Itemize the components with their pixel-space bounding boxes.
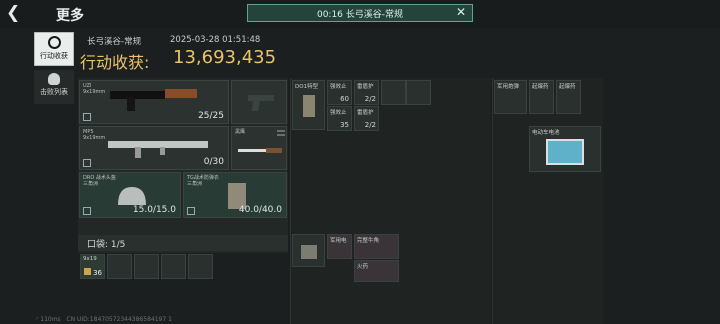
chest-item-name: 强效止: [330, 110, 347, 116]
slot-marker-icon: [187, 207, 195, 215]
chest-item-count: 60: [340, 95, 349, 103]
safebox-item-name: 起爆药: [559, 84, 576, 90]
tab-operation-earnings[interactable]: 行动收获: [34, 32, 74, 66]
backpack-item[interactable]: 火药: [354, 260, 399, 282]
map-name: 长弓溪谷-常规: [87, 37, 142, 47]
backpack-item-name: 军用电: [330, 238, 347, 244]
melee-slot[interactable]: 黑鹰: [231, 126, 287, 170]
armor-grade: 三角洲: [187, 181, 203, 187]
helmet-durability: 15.0/15.0: [132, 205, 176, 215]
ammo-icon: [84, 268, 91, 275]
earnings-label: 行动收获:: [80, 53, 150, 72]
helmet-slot[interactable]: DRO 战术头盔 三角洲 15.0/15.0: [79, 172, 181, 218]
match-timer-banner: 00:16 长弓溪谷-常规 ✕: [247, 4, 473, 22]
match-timer-text: 00:16 长弓溪谷-常规: [316, 10, 404, 20]
match-datetime: 2025-03-28 01:51:48: [170, 35, 261, 45]
uzi-icon: [110, 89, 197, 111]
safebox-item[interactable]: 军用炮弹: [494, 80, 527, 114]
secondary-ammo: 0/30: [203, 157, 224, 167]
chest-rig-slot-empty[interactable]: [406, 80, 431, 105]
pocket-item-name: 9x19: [83, 256, 97, 262]
safebox-item[interactable]: 起爆药: [556, 80, 581, 114]
secondary-caliber: 9x19mm: [83, 135, 106, 141]
wifi-icon: ◜: [36, 316, 39, 323]
chest-item-name: 雷盾护: [357, 110, 374, 116]
pocket-item-count: 36: [93, 269, 102, 277]
primary-ammo: 25/25: [198, 111, 224, 121]
primary-weapon-slot[interactable]: UZI 9x19mm 25/25: [79, 80, 229, 124]
chest-item-name: 雷盾护: [357, 84, 374, 90]
tab-label: 击败列表: [40, 88, 68, 96]
backpack-item-name: 完整牛角: [357, 238, 380, 244]
helmet-grade: 三角洲: [83, 181, 99, 187]
knife-icon: [238, 148, 282, 153]
safebox-item-name: 军用炮弹: [497, 84, 520, 90]
pocket-slot-ammo[interactable]: 9x19 36: [80, 254, 105, 279]
chest-rig-item[interactable]: 强效止 35: [327, 106, 352, 131]
chest-rig-item[interactable]: 雷盾护 2/2: [354, 106, 379, 131]
pistol-icon: [248, 95, 274, 111]
back-button[interactable]: ❮: [6, 3, 20, 23]
chest-item-count: 35: [340, 121, 349, 129]
pocket-slot-empty[interactable]: [107, 254, 132, 279]
chest-rig-item[interactable]: DO1特型: [292, 80, 325, 130]
swap-icon[interactable]: [276, 129, 286, 137]
pocket-slot-empty[interactable]: [161, 254, 186, 279]
slot-marker-icon: [83, 113, 91, 121]
pocket-slot-empty[interactable]: [188, 254, 213, 279]
safebox-item[interactable]: 电动车电池: [529, 126, 601, 172]
mp5-icon: [108, 141, 208, 158]
page-title: 更多: [56, 8, 84, 24]
chest-rig-item[interactable]: 强效止 60: [327, 80, 352, 105]
slot-marker-icon: [83, 159, 91, 167]
secondary-weapon-slot[interactable]: MP5 9x19mm 0/30: [79, 126, 229, 170]
chest-item-name: 强效止: [330, 84, 347, 90]
backpack-item[interactable]: 军用电: [327, 234, 352, 259]
chest-rig-item[interactable]: 雷盾护 2/2: [354, 80, 379, 105]
sidearm-slot-empty[interactable]: [231, 80, 287, 124]
skull-icon: [48, 73, 60, 85]
ping-value: 110ms: [40, 316, 61, 323]
chest-item-count: 2/2: [364, 121, 376, 129]
backpack-item-name: 火药: [357, 264, 369, 270]
footer-info: ◜ 110ms CN UID:18470572344386584197 1: [36, 316, 172, 323]
compass-icon: [47, 36, 61, 49]
armor-slot[interactable]: TG战术防弹衣 三角洲 40.0/40.0: [183, 172, 287, 218]
backpack-item[interactable]: 完整牛角: [354, 234, 399, 259]
tab-label: 行动收获: [40, 52, 68, 60]
melee-name: 黑鹰: [235, 129, 246, 135]
armor-durability: 40.0/40.0: [238, 205, 282, 215]
pocket-slot-empty[interactable]: [134, 254, 159, 279]
safebox-item-name: 起爆药: [532, 84, 549, 90]
close-icon[interactable]: ✕: [456, 5, 466, 19]
safebox-item[interactable]: 起爆药: [529, 80, 554, 114]
earnings-value: 13,693,435: [173, 47, 277, 68]
pocket-label: 口袋: 1/5: [87, 240, 126, 250]
safebox-item-name: 电动车电池: [532, 130, 560, 136]
uid-text: CN UID:18470572344386584197 1: [66, 316, 172, 323]
chest-item-count: 2/2: [364, 95, 376, 103]
safebox-column: [492, 78, 603, 324]
backpack-slot[interactable]: [292, 234, 325, 267]
backpack-icon: [301, 245, 317, 259]
rig-icon: [303, 95, 315, 117]
battery-icon: [546, 139, 584, 165]
slot-marker-icon: [83, 207, 91, 215]
tab-kill-list[interactable]: 击败列表: [34, 70, 74, 104]
chest-rig-slot-empty[interactable]: [381, 80, 406, 105]
primary-caliber: 9x19mm: [83, 89, 106, 95]
chest-item-name: DO1特型: [295, 84, 319, 90]
